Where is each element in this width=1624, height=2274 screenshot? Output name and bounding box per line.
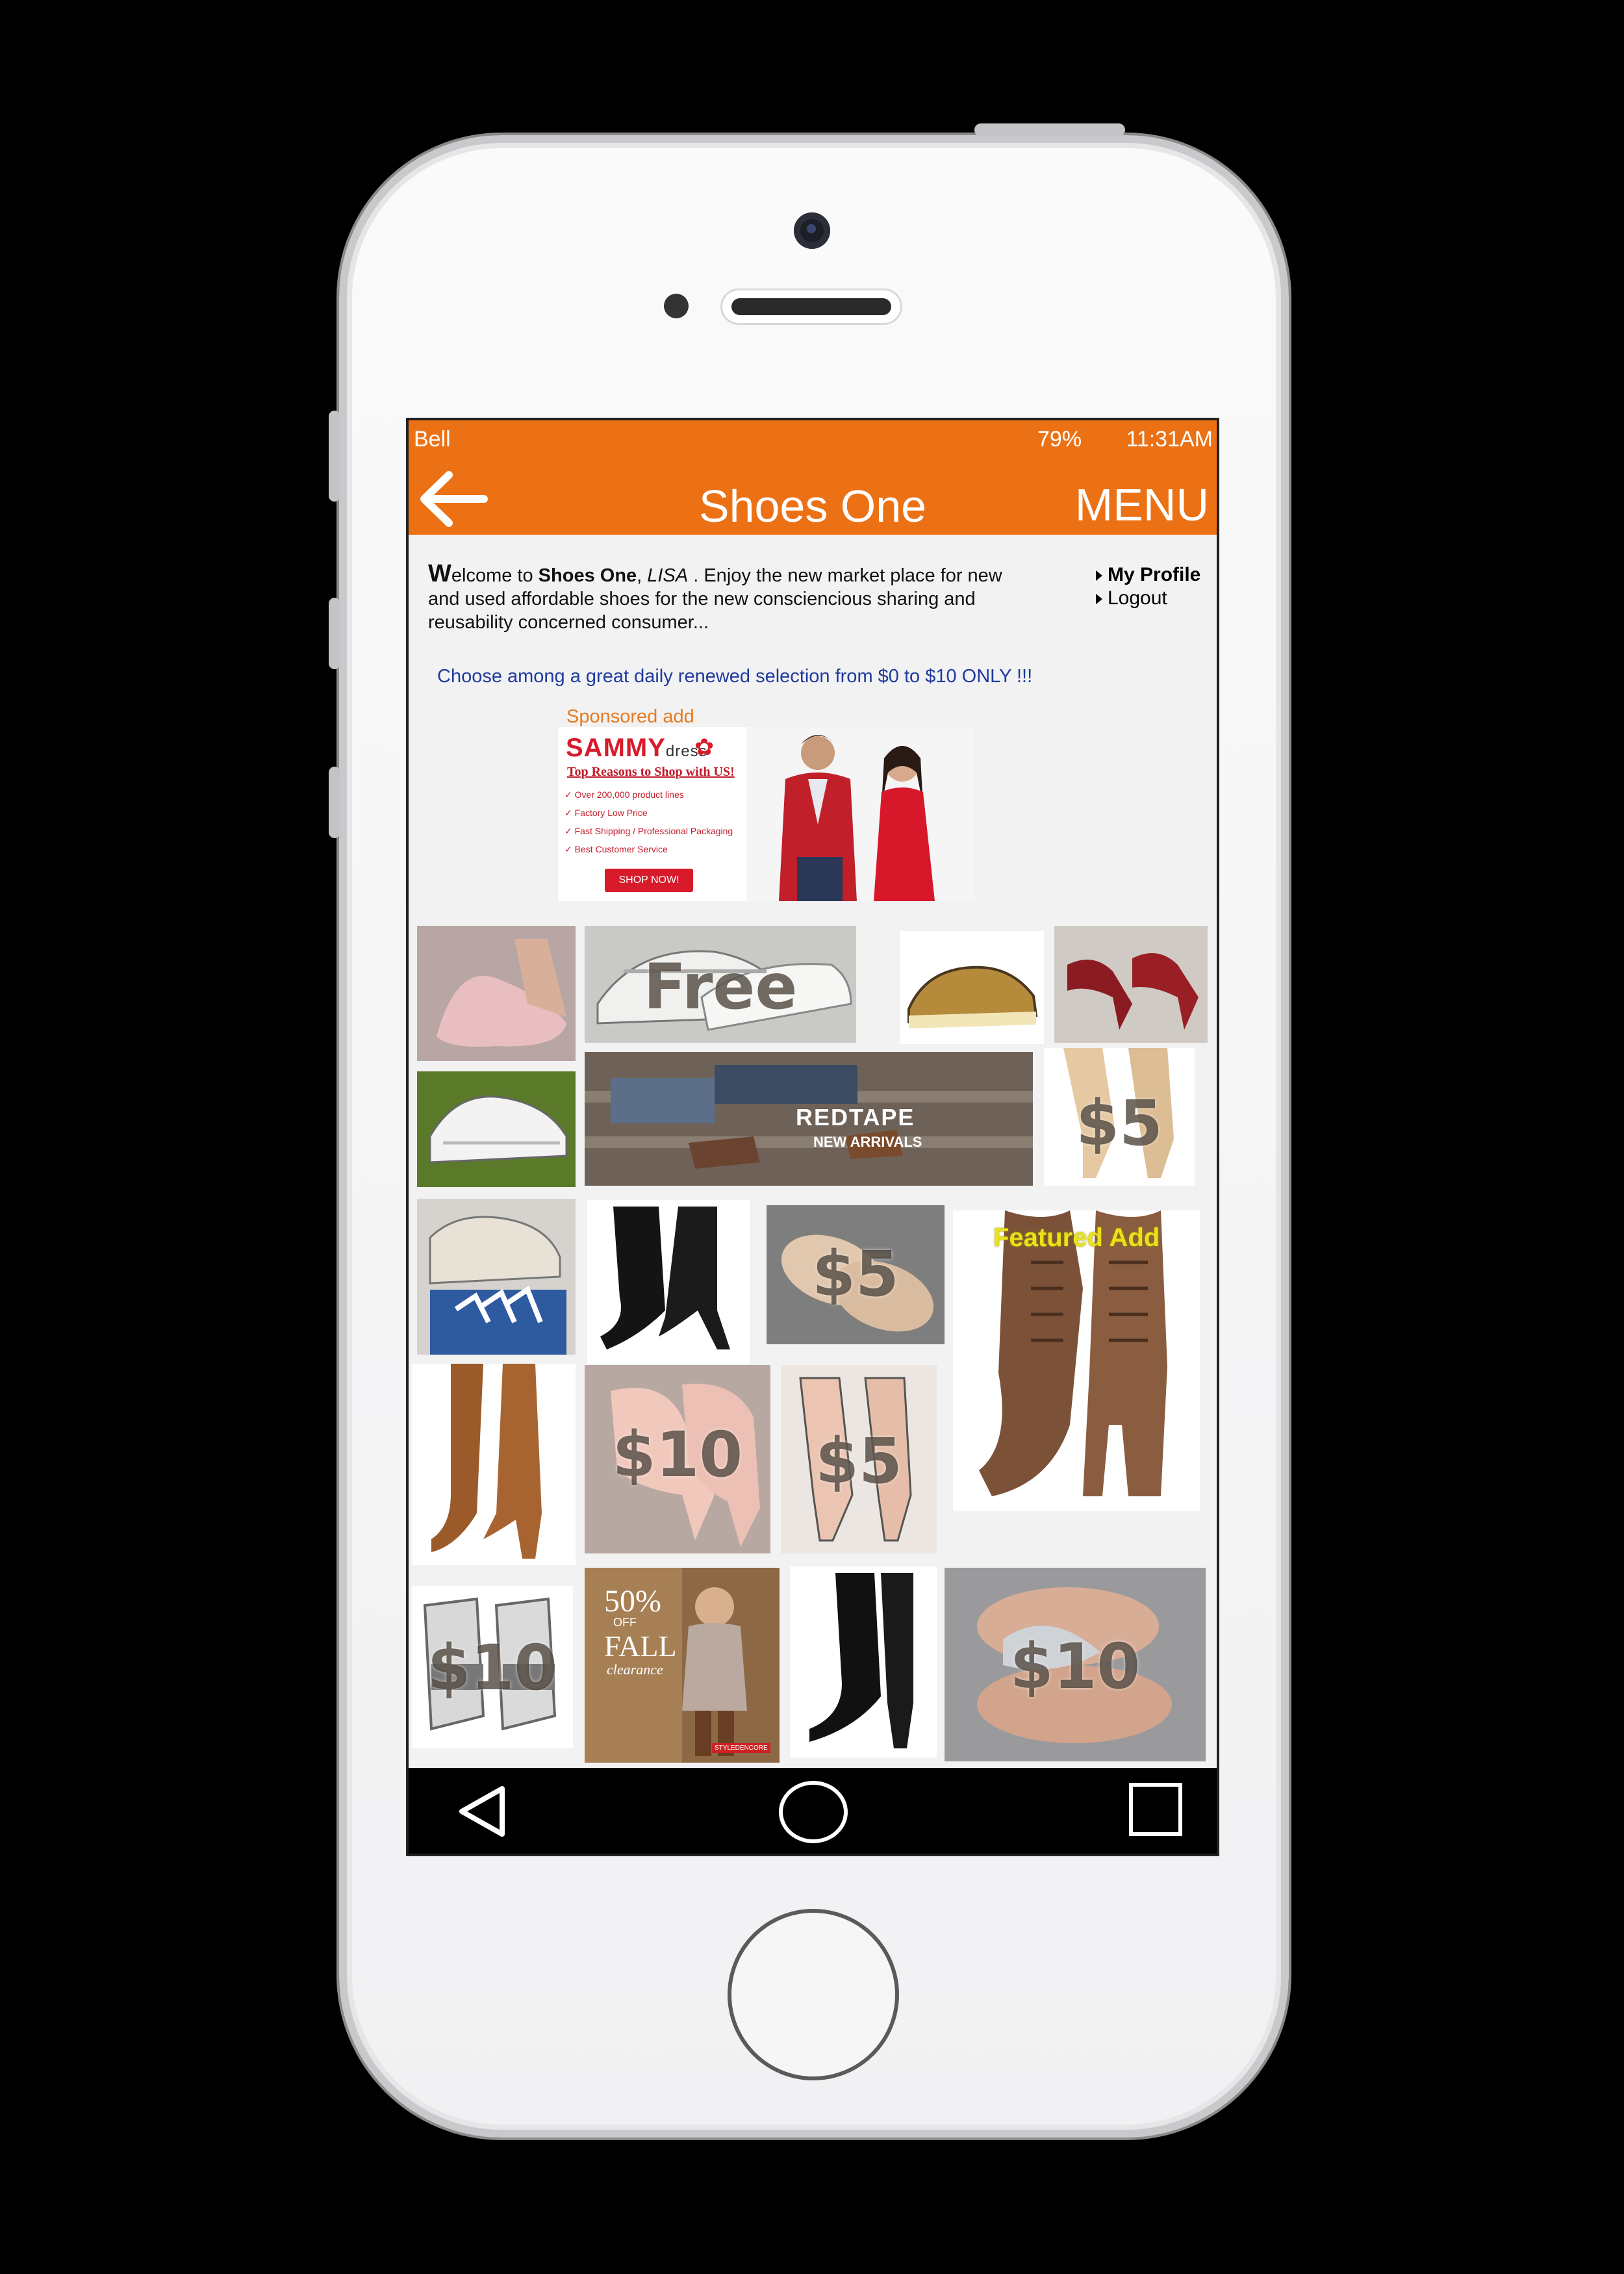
app-bar: Shoes One MENU [409, 457, 1217, 535]
battery-level: 79% [1037, 427, 1082, 452]
pink-platforms-image [585, 1365, 770, 1553]
listing-logo-sneaker[interactable] [900, 931, 1044, 1044]
sneakers-image [585, 926, 856, 1043]
featured-label: Featured Add [993, 1223, 1160, 1252]
nude-pumps-image [781, 1365, 937, 1553]
list-item: Fast Shipping / Professional Packaging [565, 822, 733, 840]
clearance-store: STYLEDENCORE [712, 1743, 770, 1753]
status-time: 11:31AM [1126, 427, 1213, 452]
list-item: Over 200,000 product lines [565, 786, 733, 804]
sponsored-label: Sponsored add [566, 706, 694, 727]
adidas-shoes-image [417, 1199, 576, 1355]
lace-up-boots-image [412, 1364, 576, 1565]
volume-down-button [329, 767, 340, 838]
welcome-text-1: elcome to [451, 565, 539, 586]
navigation-bar [409, 1768, 1217, 1854]
listing-worn-sandals[interactable]: $10 [945, 1568, 1206, 1761]
front-camera-icon [794, 212, 830, 249]
featured-brown-boots[interactable] [953, 1210, 1200, 1511]
ad-brand: SAMMYdress [566, 734, 707, 762]
high-top-sneakers-image [412, 1586, 573, 1748]
listing-red-heels[interactable] [1054, 926, 1208, 1043]
logo-sneaker-image [900, 931, 1044, 1044]
clearance-fall: FALL [604, 1629, 677, 1663]
listing-worn-flats[interactable]: $5 [767, 1205, 945, 1344]
flower-icon: ✿ [694, 734, 715, 760]
status-bar: Bell 79% 11:31AM [409, 420, 1217, 457]
caret-right-icon [1096, 594, 1102, 604]
logout-link[interactable]: Logout [1096, 587, 1200, 610]
list-item: Factory Low Price [565, 804, 733, 822]
ballet-flats-image [417, 926, 576, 1061]
carrier-name: Bell [414, 427, 451, 452]
volume-up-button [329, 598, 340, 669]
profile-menu: My Profile Logout [1096, 563, 1200, 610]
welcome-initial: W [428, 560, 451, 587]
shop-now-button[interactable]: SHOP NOW! [605, 869, 693, 892]
listing-high-top-sneakers[interactable]: $10 [412, 1586, 573, 1748]
redtape-subtitle: NEW ARRIVALS [813, 1134, 922, 1150]
listing-victorian-boots[interactable] [587, 1200, 750, 1364]
redtape-brand: REDTAPE [796, 1104, 915, 1131]
welcome-brand: Shoes One [538, 565, 637, 586]
earpiece-speaker [722, 290, 900, 323]
silent-switch [329, 411, 340, 502]
white-sneakers-image [417, 1071, 576, 1187]
ad-reasons-list: Over 200,000 product lines Factory Low P… [565, 786, 733, 858]
sponsored-ad-banner[interactable]: SAMMYdress ✿ Top Reasons to Shop with US… [558, 727, 974, 901]
listing-free-sneakers[interactable]: Free [585, 926, 856, 1043]
promo-text: Choose among a great daily renewed selec… [437, 666, 1033, 687]
victorian-boots-image [587, 1200, 750, 1364]
home-button[interactable] [728, 1909, 899, 2080]
black-boots-image [790, 1566, 937, 1757]
listing-adidas-shoes[interactable] [417, 1199, 576, 1355]
fall-clearance-ad[interactable]: 50% OFF FALL clearance STYLEDENCORE [585, 1568, 780, 1763]
clearance-word: clearance [607, 1661, 663, 1678]
nav-recents-icon[interactable] [1128, 1782, 1183, 1837]
menu-button[interactable]: MENU [1075, 479, 1209, 531]
list-item: Best Customer Service [565, 840, 733, 858]
power-button [974, 123, 1125, 136]
my-profile-link[interactable]: My Profile [1096, 563, 1200, 587]
listing-lace-up-boots[interactable] [412, 1364, 576, 1565]
ad-headline: Top Reasons to Shop with US! [567, 765, 735, 779]
worn-flats-image [767, 1205, 945, 1344]
clearance-percent: 50% [604, 1584, 661, 1618]
app-screen: Bell 79% 11:31AM Shoes One MENU Welcome … [406, 418, 1219, 1856]
clearance-off: OFF [613, 1616, 637, 1629]
brown-boots-image [953, 1210, 1200, 1511]
welcome-comma: , [637, 565, 648, 586]
beige-sandals-image [1044, 1048, 1195, 1186]
listing-pink-platforms[interactable]: $10 [585, 1365, 770, 1553]
nav-back-icon[interactable] [453, 1782, 511, 1841]
listing-ballet-flats[interactable] [417, 926, 576, 1061]
welcome-user: LISA [647, 565, 689, 586]
listing-nude-pumps[interactable]: $5 [781, 1365, 937, 1553]
listing-beige-sandals[interactable]: $5 [1044, 1048, 1195, 1186]
proximity-sensor [664, 294, 689, 318]
red-heels-image [1054, 926, 1208, 1043]
listing-white-sneakers[interactable] [417, 1071, 576, 1187]
nav-home-icon[interactable] [778, 1780, 849, 1845]
welcome-message: Welcome to Shoes One, LISA . Enjoy the n… [428, 560, 1013, 634]
worn-sandals-image [945, 1568, 1206, 1761]
caret-right-icon [1096, 570, 1102, 581]
ad-models-image [746, 727, 974, 901]
redtape-ad[interactable]: REDTAPE NEW ARRIVALS [585, 1052, 1033, 1186]
listing-black-boots[interactable] [790, 1566, 937, 1757]
